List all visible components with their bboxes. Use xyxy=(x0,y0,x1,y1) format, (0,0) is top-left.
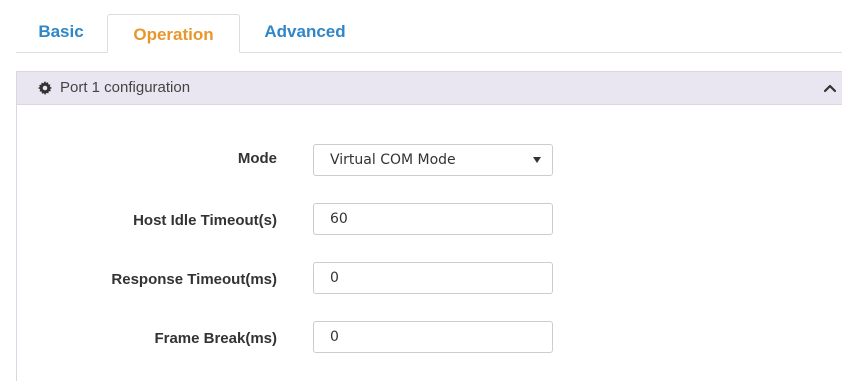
tab-bar: Basic Operation Advanced xyxy=(16,0,842,53)
tab-advanced[interactable]: Advanced xyxy=(250,14,360,52)
frame-break-label: Frame Break(ms) xyxy=(154,330,277,347)
chevron-up-icon[interactable] xyxy=(823,82,837,94)
frame-break-input[interactable] xyxy=(313,321,553,353)
mode-select-value: Virtual COM Mode xyxy=(330,152,456,168)
host-idle-timeout-label: Host Idle Timeout(s) xyxy=(133,212,277,229)
panel-header[interactable]: Port 1 configuration xyxy=(17,72,842,105)
mode-label: Mode xyxy=(237,150,277,167)
mode-select[interactable]: Virtual COM Mode xyxy=(313,144,553,176)
caret-down-icon xyxy=(533,157,541,163)
response-timeout-label: Response Timeout(ms) xyxy=(111,271,277,288)
tab-basic[interactable]: Basic xyxy=(26,14,96,52)
panel-title: Port 1 configuration xyxy=(60,79,191,96)
response-timeout-input[interactable] xyxy=(313,262,553,294)
tab-operation[interactable]: Operation xyxy=(107,14,240,53)
gear-icon xyxy=(38,81,52,95)
host-idle-timeout-input[interactable] xyxy=(313,203,553,235)
